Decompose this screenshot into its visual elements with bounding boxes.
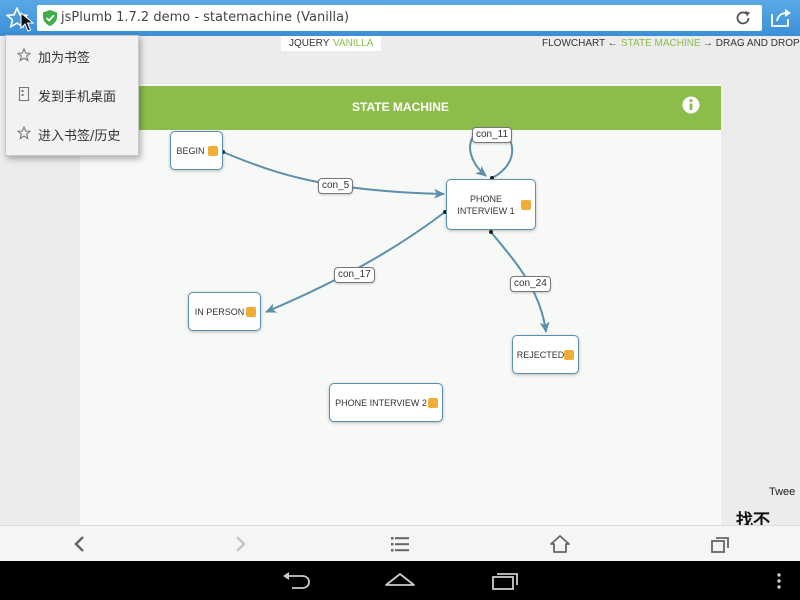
node-label: REJECTED [516, 349, 565, 360]
menu-list-icon [391, 537, 409, 552]
node-label: BEGIN [176, 145, 205, 156]
browser-bottom-bar [0, 525, 800, 562]
back-icon [74, 536, 84, 552]
connection-label-con-17[interactable]: con_17 [334, 267, 375, 283]
share-button[interactable] [768, 6, 794, 30]
home-icon [385, 573, 415, 586]
page-title-url: jsPlumb 1.7.2 demo - statemachine (Vanil… [61, 10, 350, 25]
star-outline-icon [17, 126, 31, 140]
back-button[interactable] [68, 533, 92, 555]
tweet-link[interactable]: Twee [769, 486, 795, 498]
state-node-begin[interactable]: BEGIN [170, 131, 223, 170]
mouse-cursor-icon [20, 12, 34, 32]
endpoint-handle[interactable] [428, 397, 438, 408]
forward-icon [236, 536, 246, 552]
tabs-icon [711, 537, 729, 553]
state-node-phone-interview-2[interactable]: PHONE INTERVIEW 2 [329, 383, 443, 422]
bookmark-popup-menu: 加为书签 发到手机桌面 进入书签/历史 [5, 35, 139, 156]
connection-label-con-11[interactable]: con_11 [472, 127, 513, 143]
shield-check-icon [43, 10, 57, 26]
state-node-phone-interview-1[interactable]: PHONE INTERVIEW 1 [446, 179, 536, 230]
android-nav-bar [0, 561, 800, 600]
android-overflow-button[interactable] [774, 571, 784, 595]
node-label: IN PERSON [194, 306, 245, 317]
menu-label: 进入书签/历史 [38, 129, 121, 144]
android-recents-button[interactable] [488, 571, 520, 595]
node-label: PHONE INTERVIEW 2 [335, 397, 427, 408]
endpoint-handle[interactable] [208, 145, 218, 156]
connection-label-con-5[interactable]: con_5 [318, 178, 354, 194]
endpoint-handle[interactable] [564, 349, 574, 360]
state-node-rejected[interactable]: REJECTED [512, 335, 579, 374]
connection-label-con-24[interactable]: con_24 [510, 276, 551, 292]
reload-icon[interactable] [734, 9, 752, 27]
address-bar[interactable]: jsPlumb 1.7.2 demo - statemachine (Vanil… [37, 5, 762, 31]
endpoint-handle[interactable] [521, 199, 531, 210]
endpoint-handle[interactable] [246, 306, 256, 317]
menu-item-bookmarks-history[interactable]: 进入书签/历史 [6, 114, 138, 152]
android-back-button[interactable] [280, 571, 312, 595]
menu-button[interactable] [388, 533, 412, 555]
not-found-text: 找不 [736, 511, 770, 525]
menu-item-add-bookmark[interactable]: 加为书签 [6, 36, 138, 74]
browser-toolbar: jsPlumb 1.7.2 demo - statemachine (Vanil… [0, 0, 800, 36]
connector-con-17[interactable] [265, 211, 446, 313]
back-icon [283, 572, 310, 589]
star-outline-icon [17, 48, 31, 62]
forward-button[interactable] [228, 533, 252, 555]
share-icon [771, 9, 791, 27]
menu-label: 加为书签 [38, 51, 91, 66]
home-icon [550, 535, 570, 553]
state-node-in-person[interactable]: IN PERSON [188, 292, 261, 331]
node-label: PHONE INTERVIEW 1 [457, 193, 514, 217]
overflow-icon [777, 573, 781, 589]
home-button[interactable] [548, 533, 572, 555]
menu-label: 发到手机桌面 [38, 90, 117, 105]
recents-icon [492, 573, 518, 590]
node-label-line2: INTERVIEW 1 [457, 205, 515, 216]
menu-item-send-to-desktop[interactable]: 发到手机桌面 [6, 75, 138, 113]
tabs-button[interactable] [708, 533, 732, 555]
node-label-line1: PHONE [469, 193, 502, 204]
phone-desktop-icon [18, 87, 30, 101]
android-home-button[interactable] [384, 571, 416, 595]
